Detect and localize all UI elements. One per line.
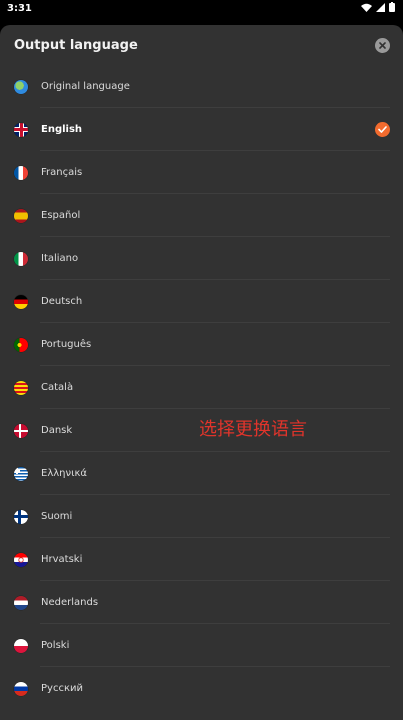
denmark-flag-icon (14, 423, 28, 438)
language-label: Ελληνικά (41, 468, 87, 479)
globe-icon (14, 79, 28, 94)
language-label: Deutsch (41, 296, 83, 307)
russia-flag-icon (14, 681, 28, 696)
language-option-original[interactable]: Original language (0, 65, 403, 108)
language-option-polski[interactable]: Polski (0, 624, 403, 667)
checkmark-icon (375, 122, 390, 137)
croatia-flag-icon (14, 552, 28, 567)
language-option-deutsch[interactable]: Deutsch (0, 280, 403, 323)
language-label: Suomi (41, 511, 73, 522)
sheet-title: Output language (14, 38, 138, 53)
language-option-portugues[interactable]: Português (0, 323, 403, 366)
language-option-nederlands[interactable]: Nederlands (0, 581, 403, 624)
language-label: Hrvatski (41, 554, 83, 565)
language-option-italiano[interactable]: Italiano (0, 237, 403, 280)
status-icons (361, 2, 395, 12)
spain-flag-icon (14, 208, 28, 223)
language-option-hrvatski[interactable]: Hrvatski (0, 538, 403, 581)
language-option-suomi[interactable]: Suomi (0, 495, 403, 538)
status-bar: 3:31 (0, 0, 403, 18)
finland-flag-icon (14, 509, 28, 524)
greece-flag-icon (14, 466, 28, 481)
poland-flag-icon (14, 638, 28, 653)
battery-icon (389, 2, 395, 12)
language-label: Русский (41, 683, 83, 694)
france-flag-icon (14, 165, 28, 180)
language-label: Français (41, 167, 83, 178)
status-time: 3:31 (7, 3, 32, 14)
language-label: Català (41, 382, 74, 393)
signal-icon (376, 2, 385, 12)
language-option-ellinika[interactable]: Ελληνικά (0, 452, 403, 495)
italy-flag-icon (14, 251, 28, 266)
language-option-espanol[interactable]: Español (0, 194, 403, 237)
language-list: Original language English Français Españ… (0, 65, 403, 710)
language-label: Nederlands (41, 597, 99, 608)
language-option-catala[interactable]: Català (0, 366, 403, 409)
catalonia-flag-icon (14, 380, 28, 395)
language-label: Português (41, 339, 92, 350)
language-label: English (41, 124, 83, 135)
portugal-flag-icon (14, 337, 28, 352)
language-option-russkiy[interactable]: Русский (0, 667, 403, 710)
language-label: Italiano (41, 253, 79, 264)
language-label: Español (41, 210, 81, 221)
close-icon (379, 42, 386, 49)
language-option-francais[interactable]: Français (0, 151, 403, 194)
netherlands-flag-icon (14, 595, 28, 610)
language-label: Original language (41, 81, 130, 92)
close-button[interactable] (375, 38, 390, 53)
annotation-text: 选择更换语言 (199, 419, 307, 440)
language-label: Polski (41, 640, 70, 651)
language-sheet: Output language Original language Englis… (0, 25, 403, 720)
uk-flag-icon (14, 122, 28, 137)
language-label: Dansk (41, 425, 73, 436)
language-option-english[interactable]: English (0, 108, 403, 151)
wifi-icon (361, 3, 372, 12)
germany-flag-icon (14, 294, 28, 309)
